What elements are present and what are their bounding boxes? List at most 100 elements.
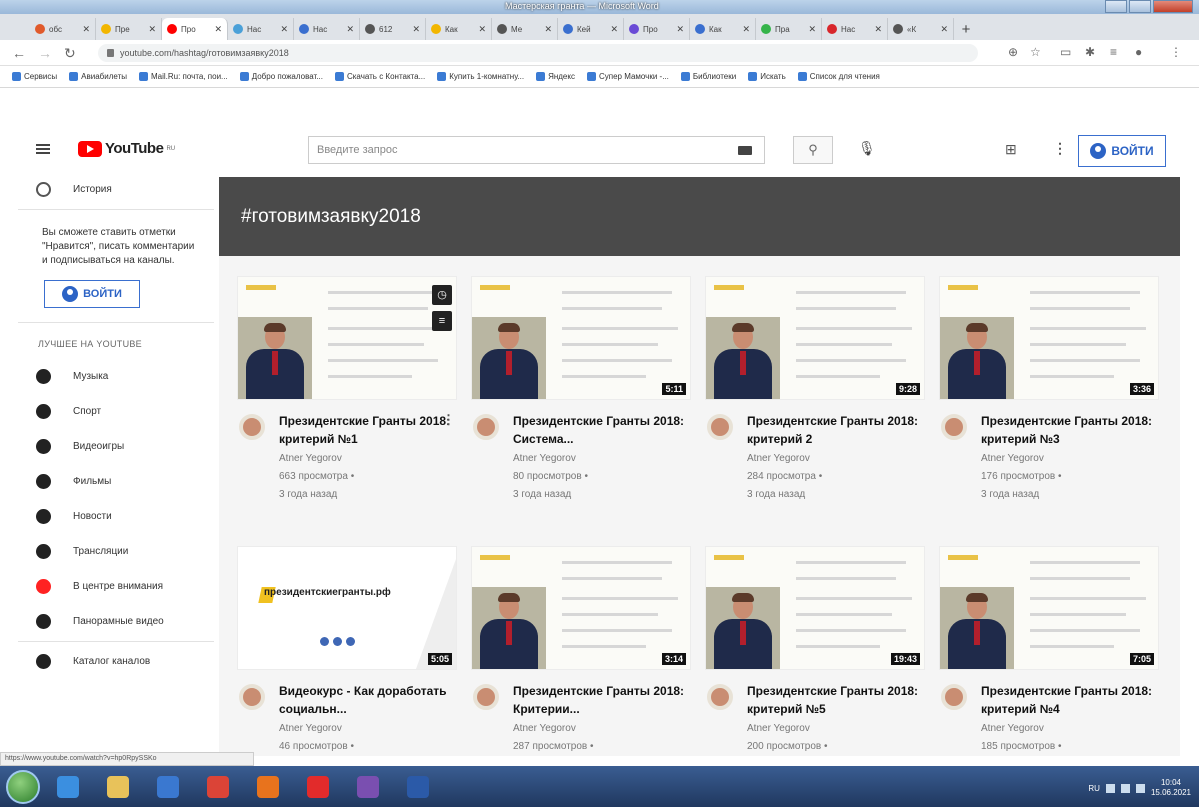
menu-icon[interactable]: ⋮ (1170, 45, 1182, 59)
close-tab-icon[interactable]: ✕ (742, 24, 750, 35)
translate-icon[interactable]: ⊕ (1008, 45, 1018, 59)
video-thumbnail[interactable]: 3:14 (471, 546, 691, 670)
ie-icon[interactable] (48, 770, 88, 804)
save-icon[interactable] (348, 770, 388, 804)
browser-tab[interactable]: Нас ✕ (294, 18, 360, 40)
profile-icon[interactable]: ● (1135, 45, 1142, 59)
channel-avatar[interactable] (473, 684, 499, 710)
video-card[interactable]: 9:28 Президентские Гранты 2018: критерий … (705, 276, 925, 518)
browser-tab[interactable]: Пра ✕ (756, 18, 822, 40)
video-title[interactable]: Видеокурс - Как доработать социальн... (279, 682, 457, 718)
close-tab-icon[interactable]: ✕ (148, 24, 156, 35)
close-tab-icon[interactable]: ✕ (82, 24, 90, 35)
reading-list-icon[interactable]: ≡ (1110, 45, 1117, 59)
browser-tab[interactable]: Как ✕ (690, 18, 756, 40)
video-card[interactable]: 19:43 Президентские Гранты 2018: критерий… (705, 546, 925, 788)
close-tab-icon[interactable]: ✕ (544, 24, 552, 35)
browser-tab[interactable]: 612 ✕ (360, 18, 426, 40)
channel-name[interactable]: Atner Yegorov (747, 452, 925, 466)
video-thumbnail[interactable]: 3:36 (939, 276, 1159, 400)
close-tab-icon[interactable]: ✕ (610, 24, 618, 35)
browser-tab[interactable]: Про ✕ (624, 18, 690, 40)
firefox-icon[interactable] (248, 770, 288, 804)
browser-tab[interactable]: Нас ✕ (822, 18, 888, 40)
video-thumbnail[interactable]: 9:28 (705, 276, 925, 400)
apps-grid-icon[interactable]: ⊞ (1005, 141, 1017, 158)
bookmark-item[interactable]: Купить 1-комнатну... (437, 72, 524, 81)
video-title[interactable]: Президентские Гранты 2018: критерий №4 (981, 682, 1159, 718)
browser-tab[interactable]: Пре ✕ (96, 18, 162, 40)
channel-name[interactable]: Atner Yegorov (513, 452, 691, 466)
close-tab-icon[interactable]: ✕ (346, 24, 354, 35)
maximize-button[interactable] (1129, 0, 1151, 13)
video-title[interactable]: Президентские Гранты 2018: критерий №3 (981, 412, 1159, 448)
sidebar-item[interactable]: Трансляции (18, 534, 214, 569)
explorer-icon[interactable] (98, 770, 138, 804)
minimize-button[interactable] (1105, 0, 1127, 13)
new-tab-button[interactable]: + (954, 18, 978, 40)
video-title[interactable]: Президентские Гранты 2018: критерий №5 (747, 682, 925, 718)
video-card[interactable]: 7:05 Президентские Гранты 2018: критерий … (939, 546, 1159, 788)
video-menu-icon[interactable]: ⋮ (442, 412, 455, 428)
close-tab-icon[interactable]: ✕ (676, 24, 684, 35)
video-thumbnail[interactable]: ◷ ≡ (237, 276, 457, 400)
header-login-button[interactable]: ВОЙТИ (1078, 135, 1166, 167)
channel-name[interactable]: Atner Yegorov (279, 452, 457, 466)
microphone-icon[interactable]: 🎙 (858, 140, 876, 157)
bookmark-item[interactable]: Добро пожаловат... (239, 72, 323, 81)
channel-name[interactable]: Atner Yegorov (279, 722, 457, 736)
channel-avatar[interactable] (941, 414, 967, 440)
search-button[interactable]: ⚲ (793, 136, 833, 164)
channel-avatar[interactable] (239, 684, 265, 710)
close-tab-icon[interactable]: ✕ (280, 24, 288, 35)
video-title[interactable]: Президентские Гранты 2018: критерий №1 (279, 412, 457, 448)
settings-dots-icon[interactable]: ⋮ (1053, 140, 1067, 157)
sidebar-item[interactable]: Музыка (18, 359, 214, 394)
url-field[interactable]: youtube.com/hashtag/готовимзаявку2018 (98, 44, 978, 62)
close-tab-icon[interactable]: ✕ (214, 24, 222, 35)
video-title[interactable]: Президентские Гранты 2018: Критерии... (513, 682, 691, 718)
reload-icon[interactable]: ↻ (64, 45, 76, 62)
channel-name[interactable]: Atner Yegorov (981, 722, 1159, 736)
browser-tab[interactable]: Про ✕ (162, 18, 228, 40)
bookmark-item[interactable]: Mail.Ru: почта, пои... (138, 72, 228, 81)
browser-tab[interactable]: Ме ✕ (492, 18, 558, 40)
bookmark-item[interactable]: Яндекс (536, 72, 575, 81)
yandex-icon[interactable] (298, 770, 338, 804)
close-tab-icon[interactable]: ✕ (478, 24, 486, 35)
video-card[interactable]: 3:36 Президентские Гранты 2018: критерий … (939, 276, 1159, 518)
channel-name[interactable]: Atner Yegorov (747, 722, 925, 736)
star-icon[interactable]: ☆ (1030, 45, 1041, 59)
bookmark-item[interactable]: Библиотеки (680, 72, 736, 81)
sidebar-item[interactable]: Спорт (18, 394, 214, 429)
bookmark-item[interactable]: Искать (748, 72, 786, 81)
search-input[interactable]: Введите запрос (308, 136, 765, 164)
channel-name[interactable]: Atner Yegorov (981, 452, 1159, 466)
channel-avatar[interactable] (941, 684, 967, 710)
browser-tab[interactable]: Нас ✕ (228, 18, 294, 40)
add-to-queue-icon[interactable]: ≡ (432, 311, 452, 331)
close-tab-icon[interactable]: ✕ (412, 24, 420, 35)
browser-tab[interactable]: Кей ✕ (558, 18, 624, 40)
channel-avatar[interactable] (473, 414, 499, 440)
sidebar-login-button[interactable]: ВОЙТИ (44, 280, 140, 308)
video-thumbnail[interactable]: президентскиегранты.рф 5:05 (237, 546, 457, 670)
volume-icon[interactable] (1135, 783, 1145, 793)
bookmark-item[interactable]: Супер Мамочки -... (586, 72, 669, 81)
chrome-icon[interactable] (198, 770, 238, 804)
keyboard-icon[interactable] (738, 146, 752, 155)
sidebar-item[interactable]: В центре внимания (18, 569, 214, 604)
start-button[interactable] (6, 769, 40, 804)
browser-tab[interactable]: Как ✕ (426, 18, 492, 40)
back-icon[interactable]: ← (12, 45, 26, 61)
cast-icon[interactable]: ▭ (1060, 45, 1071, 59)
browser-tab[interactable]: oбс ✕ (30, 18, 96, 40)
forward-icon[interactable]: → (38, 45, 52, 61)
youtube-logo[interactable]: YouTube RU (78, 140, 175, 157)
video-thumbnail[interactable]: 5:11 (471, 276, 691, 400)
clock[interactable]: 10:04 15.06.2021 (1151, 778, 1191, 798)
channel-avatar[interactable] (239, 414, 265, 440)
bookmark-item[interactable]: Скачать с Контакта... (334, 72, 425, 81)
bookmark-item[interactable]: Сервисы (12, 72, 57, 81)
channel-avatar[interactable] (707, 414, 733, 440)
